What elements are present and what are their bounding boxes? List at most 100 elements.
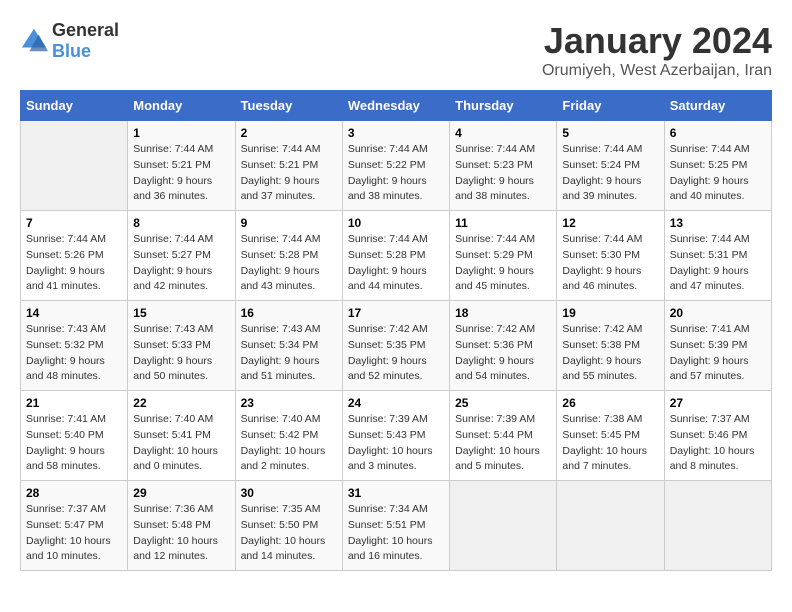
day-number: 21 bbox=[26, 396, 122, 410]
calendar-week-row: 1 Sunrise: 7:44 AMSunset: 5:21 PMDaylight… bbox=[21, 121, 772, 211]
day-info: Sunrise: 7:44 AMSunset: 5:23 PMDaylight:… bbox=[455, 142, 551, 205]
day-number: 1 bbox=[133, 126, 229, 140]
day-info: Sunrise: 7:44 AMSunset: 5:26 PMDaylight:… bbox=[26, 232, 122, 295]
calendar-cell: 19 Sunrise: 7:42 AMSunset: 5:38 PMDayligh… bbox=[557, 301, 664, 391]
day-number: 25 bbox=[455, 396, 551, 410]
day-number: 12 bbox=[562, 216, 658, 230]
day-info: Sunrise: 7:44 AMSunset: 5:22 PMDaylight:… bbox=[348, 142, 444, 205]
page-header: General Blue January 2024 Orumiyeh, West… bbox=[20, 20, 772, 80]
day-of-week-header: Saturday bbox=[664, 91, 771, 121]
calendar-cell: 14 Sunrise: 7:43 AMSunset: 5:32 PMDayligh… bbox=[21, 301, 128, 391]
day-number: 14 bbox=[26, 306, 122, 320]
day-number: 26 bbox=[562, 396, 658, 410]
day-number: 30 bbox=[241, 486, 337, 500]
day-number: 31 bbox=[348, 486, 444, 500]
calendar-header-row: SundayMondayTuesdayWednesdayThursdayFrid… bbox=[21, 91, 772, 121]
day-info: Sunrise: 7:37 AMSunset: 5:47 PMDaylight:… bbox=[26, 502, 122, 565]
day-info: Sunrise: 7:44 AMSunset: 5:28 PMDaylight:… bbox=[348, 232, 444, 295]
calendar-cell: 17Sunrise: 7:42 AMSunset: 5:35 PMDayligh… bbox=[342, 301, 449, 391]
logo-blue: Blue bbox=[52, 41, 91, 61]
logo-general: General bbox=[52, 20, 119, 40]
calendar-cell: 10Sunrise: 7:44 AMSunset: 5:28 PMDayligh… bbox=[342, 211, 449, 301]
day-number: 3 bbox=[348, 126, 444, 140]
day-info: Sunrise: 7:44 AMSunset: 5:29 PMDaylight:… bbox=[455, 232, 551, 295]
day-info: Sunrise: 7:44 AMSunset: 5:25 PMDaylight:… bbox=[670, 142, 766, 205]
calendar-cell bbox=[21, 121, 128, 211]
day-number: 27 bbox=[670, 396, 766, 410]
day-info: Sunrise: 7:44 AMSunset: 5:30 PMDaylight:… bbox=[562, 232, 658, 295]
day-info: Sunrise: 7:44 AMSunset: 5:24 PMDaylight:… bbox=[562, 142, 658, 205]
day-info: Sunrise: 7:35 AMSunset: 5:50 PMDaylight:… bbox=[241, 502, 337, 565]
logo: General Blue bbox=[20, 20, 119, 62]
calendar-table: SundayMondayTuesdayWednesdayThursdayFrid… bbox=[20, 90, 772, 571]
day-number: 23 bbox=[241, 396, 337, 410]
day-number: 7 bbox=[26, 216, 122, 230]
month-year-title: January 2024 bbox=[542, 20, 772, 62]
day-info: Sunrise: 7:44 AMSunset: 5:31 PMDaylight:… bbox=[670, 232, 766, 295]
calendar-cell: 26 Sunrise: 7:38 AMSunset: 5:45 PMDayligh… bbox=[557, 391, 664, 481]
calendar-cell: 16 Sunrise: 7:43 AMSunset: 5:34 PMDayligh… bbox=[235, 301, 342, 391]
calendar-cell: 13 Sunrise: 7:44 AMSunset: 5:31 PMDayligh… bbox=[664, 211, 771, 301]
day-of-week-header: Tuesday bbox=[235, 91, 342, 121]
calendar-week-row: 21 Sunrise: 7:41 AMSunset: 5:40 PMDayligh… bbox=[21, 391, 772, 481]
calendar-cell: 20Sunrise: 7:41 AMSunset: 5:39 PMDayligh… bbox=[664, 301, 771, 391]
day-number: 17 bbox=[348, 306, 444, 320]
day-number: 2 bbox=[241, 126, 337, 140]
calendar-cell: 30 Sunrise: 7:35 AMSunset: 5:50 PMDayligh… bbox=[235, 481, 342, 571]
calendar-cell: 31 Sunrise: 7:34 AMSunset: 5:51 PMDayligh… bbox=[342, 481, 449, 571]
calendar-cell: 3 Sunrise: 7:44 AMSunset: 5:22 PMDaylight… bbox=[342, 121, 449, 211]
day-number: 4 bbox=[455, 126, 551, 140]
day-info: Sunrise: 7:43 AMSunset: 5:34 PMDaylight:… bbox=[241, 322, 337, 385]
day-number: 18 bbox=[455, 306, 551, 320]
calendar-cell: 2 Sunrise: 7:44 AMSunset: 5:21 PMDaylight… bbox=[235, 121, 342, 211]
calendar-cell: 25 Sunrise: 7:39 AMSunset: 5:44 PMDayligh… bbox=[450, 391, 557, 481]
calendar-cell: 9 Sunrise: 7:44 AMSunset: 5:28 PMDaylight… bbox=[235, 211, 342, 301]
day-number: 5 bbox=[562, 126, 658, 140]
calendar-cell bbox=[450, 481, 557, 571]
day-info: Sunrise: 7:34 AMSunset: 5:51 PMDaylight:… bbox=[348, 502, 444, 565]
day-info: Sunrise: 7:44 AMSunset: 5:21 PMDaylight:… bbox=[133, 142, 229, 205]
calendar-cell bbox=[664, 481, 771, 571]
day-of-week-header: Wednesday bbox=[342, 91, 449, 121]
day-info: Sunrise: 7:43 AMSunset: 5:33 PMDaylight:… bbox=[133, 322, 229, 385]
day-number: 11 bbox=[455, 216, 551, 230]
day-number: 13 bbox=[670, 216, 766, 230]
day-number: 16 bbox=[241, 306, 337, 320]
day-of-week-header: Friday bbox=[557, 91, 664, 121]
day-of-week-header: Thursday bbox=[450, 91, 557, 121]
logo-text: General Blue bbox=[52, 20, 119, 62]
calendar-cell: 23 Sunrise: 7:40 AMSunset: 5:42 PMDayligh… bbox=[235, 391, 342, 481]
calendar-cell: 5 Sunrise: 7:44 AMSunset: 5:24 PMDaylight… bbox=[557, 121, 664, 211]
day-info: Sunrise: 7:39 AMSunset: 5:43 PMDaylight:… bbox=[348, 412, 444, 475]
calendar-cell: 27 Sunrise: 7:37 AMSunset: 5:46 PMDayligh… bbox=[664, 391, 771, 481]
calendar-cell: 15Sunrise: 7:43 AMSunset: 5:33 PMDayligh… bbox=[128, 301, 235, 391]
day-info: Sunrise: 7:40 AMSunset: 5:41 PMDaylight:… bbox=[133, 412, 229, 475]
day-info: Sunrise: 7:44 AMSunset: 5:28 PMDaylight:… bbox=[241, 232, 337, 295]
day-info: Sunrise: 7:41 AMSunset: 5:40 PMDaylight:… bbox=[26, 412, 122, 475]
day-number: 22 bbox=[133, 396, 229, 410]
calendar-cell: 24Sunrise: 7:39 AMSunset: 5:43 PMDayligh… bbox=[342, 391, 449, 481]
calendar-cell: 6Sunrise: 7:44 AMSunset: 5:25 PMDaylight… bbox=[664, 121, 771, 211]
calendar-cell bbox=[557, 481, 664, 571]
day-info: Sunrise: 7:37 AMSunset: 5:46 PMDaylight:… bbox=[670, 412, 766, 475]
day-info: Sunrise: 7:44 AMSunset: 5:21 PMDaylight:… bbox=[241, 142, 337, 205]
day-info: Sunrise: 7:42 AMSunset: 5:36 PMDaylight:… bbox=[455, 322, 551, 385]
day-info: Sunrise: 7:38 AMSunset: 5:45 PMDaylight:… bbox=[562, 412, 658, 475]
day-info: Sunrise: 7:40 AMSunset: 5:42 PMDaylight:… bbox=[241, 412, 337, 475]
calendar-cell: 4 Sunrise: 7:44 AMSunset: 5:23 PMDaylight… bbox=[450, 121, 557, 211]
day-number: 19 bbox=[562, 306, 658, 320]
calendar-cell: 7 Sunrise: 7:44 AMSunset: 5:26 PMDaylight… bbox=[21, 211, 128, 301]
day-info: Sunrise: 7:43 AMSunset: 5:32 PMDaylight:… bbox=[26, 322, 122, 385]
calendar-cell: 28Sunrise: 7:37 AMSunset: 5:47 PMDayligh… bbox=[21, 481, 128, 571]
day-of-week-header: Monday bbox=[128, 91, 235, 121]
day-info: Sunrise: 7:39 AMSunset: 5:44 PMDaylight:… bbox=[455, 412, 551, 475]
day-number: 8 bbox=[133, 216, 229, 230]
calendar-cell: 12 Sunrise: 7:44 AMSunset: 5:30 PMDayligh… bbox=[557, 211, 664, 301]
day-of-week-header: Sunday bbox=[21, 91, 128, 121]
calendar-cell: 29Sunrise: 7:36 AMSunset: 5:48 PMDayligh… bbox=[128, 481, 235, 571]
day-info: Sunrise: 7:42 AMSunset: 5:38 PMDaylight:… bbox=[562, 322, 658, 385]
day-number: 9 bbox=[241, 216, 337, 230]
logo-icon bbox=[20, 27, 48, 55]
day-info: Sunrise: 7:44 AMSunset: 5:27 PMDaylight:… bbox=[133, 232, 229, 295]
calendar-cell: 1 Sunrise: 7:44 AMSunset: 5:21 PMDaylight… bbox=[128, 121, 235, 211]
